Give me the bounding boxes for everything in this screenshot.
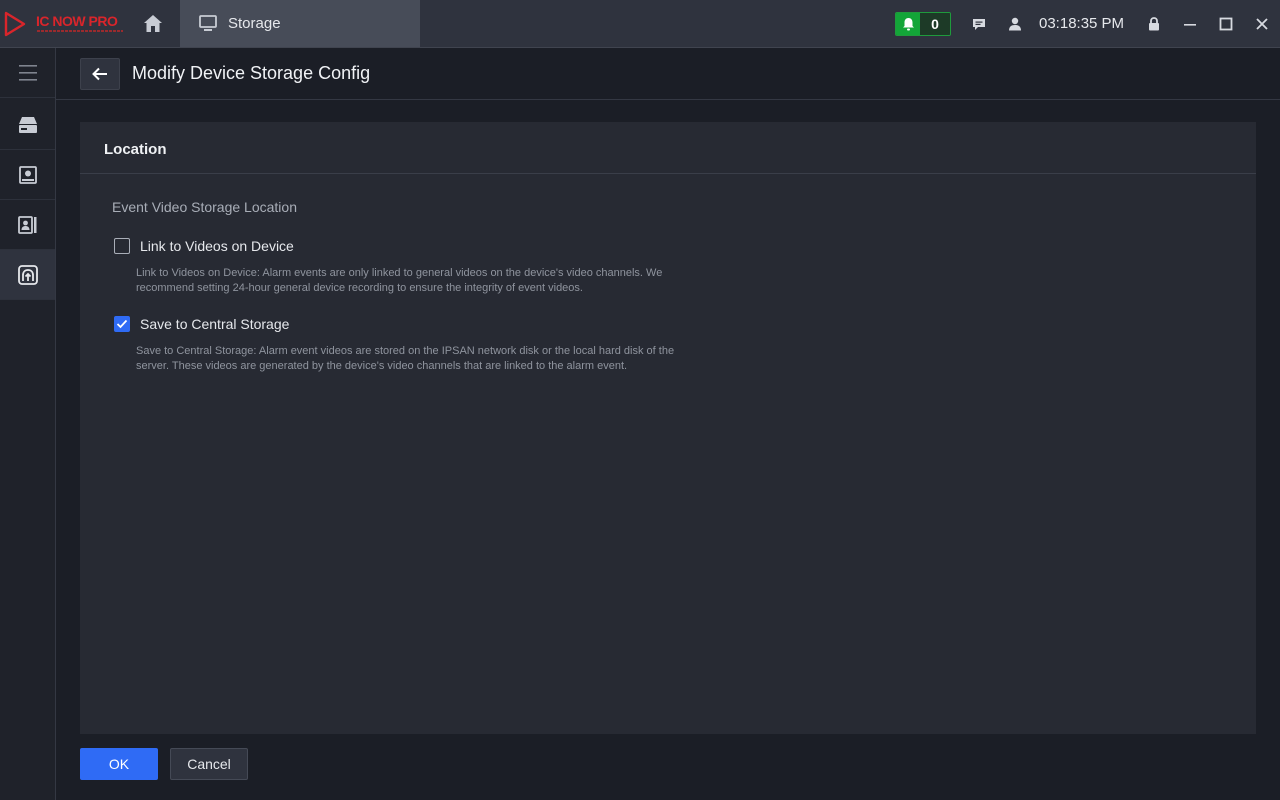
bell-icon bbox=[896, 13, 920, 35]
nav-upload-storage[interactable] bbox=[0, 250, 55, 300]
hint-line: Save to Central Storage: Alarm event vid… bbox=[136, 345, 675, 357]
back-button[interactable] bbox=[80, 58, 120, 90]
panel-header: Location bbox=[80, 122, 1256, 174]
minimize-button[interactable] bbox=[1180, 14, 1200, 34]
close-button[interactable] bbox=[1252, 14, 1272, 34]
cancel-button[interactable]: Cancel bbox=[170, 748, 248, 780]
home-icon bbox=[144, 15, 162, 32]
brand-name: IC NOW PRO bbox=[36, 13, 118, 29]
link-to-videos-checkbox[interactable] bbox=[114, 238, 130, 254]
user-button[interactable] bbox=[1005, 14, 1025, 34]
tab-storage[interactable]: Storage bbox=[180, 0, 420, 47]
user-icon bbox=[1009, 17, 1021, 31]
option-label: Save to Central Storage bbox=[140, 316, 290, 332]
close-icon bbox=[1256, 18, 1268, 30]
hint-line: server. These videos are generated by th… bbox=[136, 360, 628, 372]
ok-button[interactable]: OK bbox=[80, 748, 158, 780]
alarm-badge[interactable]: 0 bbox=[895, 12, 951, 36]
nav-disk[interactable] bbox=[0, 150, 55, 200]
menu-icon bbox=[18, 64, 37, 81]
option-label: Link to Videos on Device bbox=[140, 238, 294, 254]
brand-tagline bbox=[37, 30, 123, 32]
upload-storage-icon bbox=[17, 264, 38, 285]
disk-icon bbox=[18, 165, 37, 184]
location-panel: Location Event Video Storage Location Li… bbox=[80, 122, 1256, 734]
maximize-button[interactable] bbox=[1216, 14, 1236, 34]
option-hint: Save to Central Storage: Alarm event vid… bbox=[136, 344, 736, 374]
page-header: Modify Device Storage Config bbox=[56, 48, 1280, 100]
app-logo: IC NOW PRO bbox=[0, 8, 126, 40]
video-channel-icon bbox=[17, 215, 36, 234]
hint-line: Link to Videos on Device: Alarm events a… bbox=[136, 267, 663, 279]
monitor-icon bbox=[199, 15, 217, 31]
message-icon bbox=[973, 18, 985, 30]
maximize-icon bbox=[1219, 17, 1233, 31]
nav-menu-toggle[interactable] bbox=[0, 48, 55, 98]
storage-device-icon bbox=[18, 116, 37, 133]
arrow-left-icon bbox=[92, 67, 107, 81]
checkmark-icon bbox=[116, 319, 128, 329]
save-to-central-storage-checkbox[interactable] bbox=[114, 316, 130, 332]
option-save-to-central-storage[interactable]: Save to Central Storage bbox=[114, 315, 289, 333]
minimize-icon bbox=[1184, 24, 1196, 26]
home-button[interactable] bbox=[126, 0, 180, 47]
hint-line: recommend setting 24-hour general device… bbox=[136, 282, 583, 294]
alarm-count: 0 bbox=[920, 13, 950, 35]
lock-button[interactable] bbox=[1144, 14, 1164, 34]
option-link-to-videos-on-device[interactable]: Link to Videos on Device bbox=[114, 237, 294, 255]
panel-title: Location bbox=[104, 141, 167, 158]
title-bar: IC NOW PRO Storage 0 03:18:35 PM bbox=[0, 0, 1280, 48]
page-title: Modify Device Storage Config bbox=[132, 63, 371, 83]
tab-storage-label: Storage bbox=[228, 15, 281, 32]
message-button[interactable] bbox=[969, 14, 989, 34]
left-nav bbox=[0, 48, 56, 800]
clock: 03:18:35 PM bbox=[1039, 15, 1125, 32]
nav-video-channel[interactable] bbox=[0, 200, 55, 250]
play-triangle-logo-icon bbox=[4, 11, 26, 37]
option-hint: Link to Videos on Device: Alarm events a… bbox=[136, 266, 736, 296]
lock-icon bbox=[1149, 17, 1159, 31]
section-label: Event Video Storage Location bbox=[112, 199, 297, 215]
nav-storage-device[interactable] bbox=[0, 100, 55, 150]
